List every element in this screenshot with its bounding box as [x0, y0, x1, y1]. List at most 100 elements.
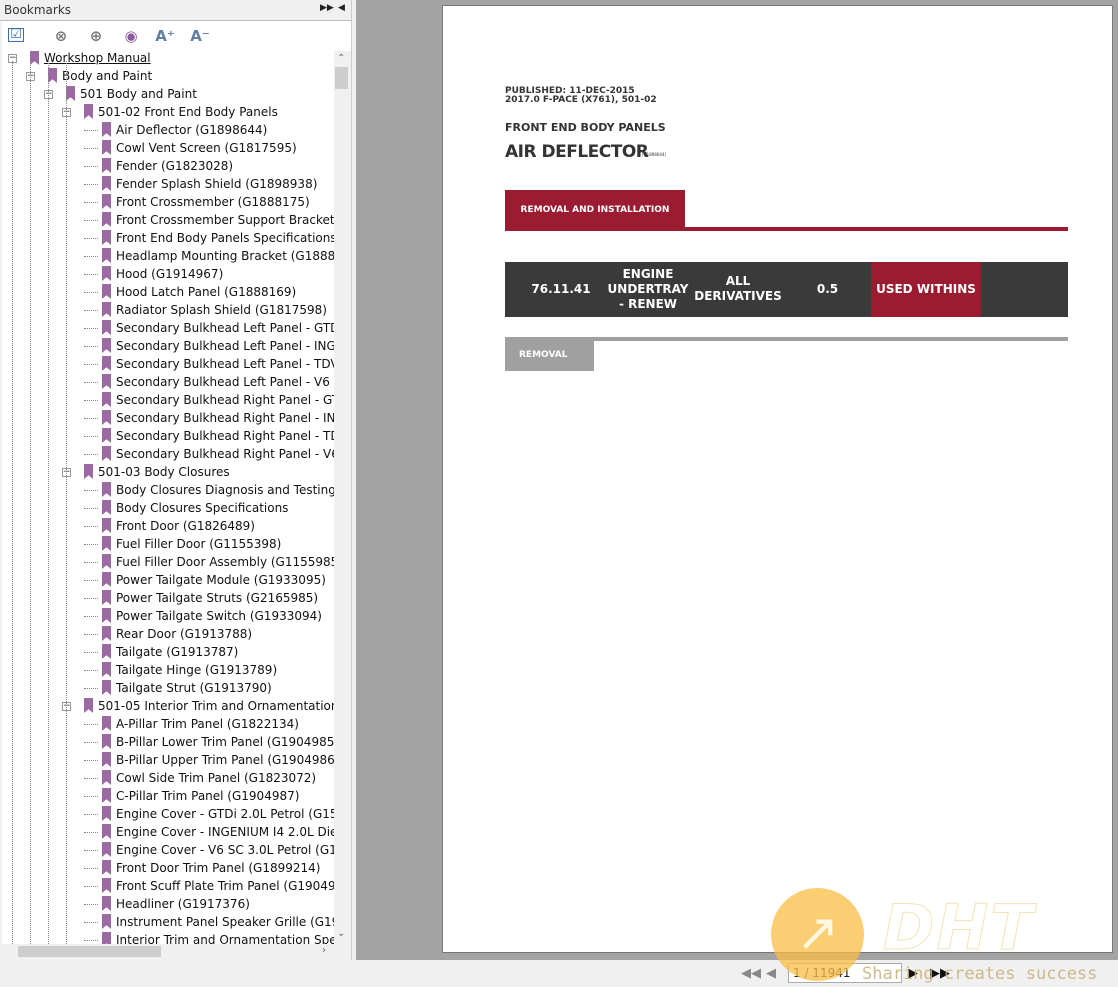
tree-connector: [84, 382, 98, 383]
add-bookmark-icon[interactable]: ⊕: [86, 26, 106, 46]
bookmark-item[interactable]: Fuel Filler Door Assembly (G1155985): [2, 553, 334, 571]
bookmark-label: Fuel Filler Door (G1155398): [116, 537, 282, 551]
bookmark-item[interactable]: − Body and Paint: [2, 67, 334, 85]
scroll-right-icon[interactable]: ›: [322, 945, 326, 956]
bookmark-label: B-Pillar Lower Trim Panel (G1904985): [116, 735, 334, 749]
bookmark-item[interactable]: −501 Body and Paint: [2, 85, 334, 103]
bookmark-item[interactable]: −501-02 Front End Body Panels: [2, 103, 334, 121]
bookmark-item[interactable]: Headliner (G1917376): [2, 895, 334, 913]
bookmark-item[interactable]: Hood (G1914967): [2, 265, 334, 283]
tree-connector: [84, 580, 98, 581]
bookmark-item[interactable]: Secondary Bulkhead Left Panel - V6 SC: [2, 373, 334, 391]
bookmark-item[interactable]: Interior Trim and Ornamentation Specil: [2, 931, 334, 944]
bookmark-item[interactable]: Instrument Panel Speaker Grille (G1901: [2, 913, 334, 931]
bookmark-item[interactable]: Cowl Side Trim Panel (G1823072): [2, 769, 334, 787]
bookmark-item[interactable]: Body Closures Diagnosis and Testing: [2, 481, 334, 499]
bookmark-item[interactable]: Secondary Bulkhead Right Panel - INGE: [2, 409, 334, 427]
bookmark-item[interactable]: −501-05 Interior Trim and Ornamentation: [2, 697, 334, 715]
bookmark-icon: [84, 464, 93, 479]
bookmark-icon: [102, 824, 111, 839]
bookmark-item[interactable]: Tailgate (G1913787): [2, 643, 334, 661]
bookmark-item[interactable]: Secondary Bulkhead Right Panel - GTDi: [2, 391, 334, 409]
bookmark-label: Body Closures Diagnosis and Testing: [116, 483, 334, 497]
delete-bookmark-icon[interactable]: ⊗: [51, 26, 71, 46]
bookmark-item[interactable]: − Workshop Manual: [2, 51, 334, 67]
bookmark-item[interactable]: Air Deflector (G1898644): [2, 121, 334, 139]
bookmark-item[interactable]: Front Crossmember (G1888175): [2, 193, 334, 211]
bookmark-item[interactable]: Secondary Bulkhead Right Panel - V6 S: [2, 445, 334, 463]
bookmark-item[interactable]: Cowl Vent Screen (G1817595): [2, 139, 334, 157]
bookmark-icon: [48, 68, 57, 83]
bookmark-label: Fender (G1823028): [116, 159, 234, 173]
bookmark-item[interactable]: Secondary Bulkhead Right Panel - TDV6: [2, 427, 334, 445]
tree-connector: [84, 724, 98, 725]
bookmark-item[interactable]: C-Pillar Trim Panel (G1904987): [2, 787, 334, 805]
bookmark-item[interactable]: Power Tailgate Switch (G1933094): [2, 607, 334, 625]
op-note: USED WITHINS: [871, 262, 981, 317]
bookmark-item[interactable]: Front Scuff Plate Trim Panel (G190498: [2, 877, 334, 895]
bookmark-item[interactable]: Headlamp Mounting Bracket (G188816: [2, 247, 334, 265]
bookmark-item[interactable]: Engine Cover - INGENIUM I4 2.0L Diese: [2, 823, 334, 841]
bookmark-item[interactable]: −501-03 Body Closures: [2, 463, 334, 481]
bookmark-item[interactable]: Body Closures Specifications: [2, 499, 334, 517]
bookmark-item[interactable]: Radiator Splash Shield (G1817598): [2, 301, 334, 319]
tree-connector: [84, 688, 98, 689]
collapse-panel-icon[interactable]: ◀: [338, 3, 345, 13]
title-code: (G1898644): [642, 152, 667, 157]
tree-connector: [84, 256, 98, 257]
bookmark-item[interactable]: A-Pillar Trim Panel (G1822134): [2, 715, 334, 733]
bookmark-item[interactable]: Power Tailgate Struts (G2165985): [2, 589, 334, 607]
font-increase-icon[interactable]: A⁺: [155, 26, 175, 46]
bookmark-item[interactable]: Power Tailgate Module (G1933095): [2, 571, 334, 589]
bookmark-item[interactable]: Hood Latch Panel (G1888169): [2, 283, 334, 301]
bookmark-item[interactable]: Tailgate Hinge (G1913789): [2, 661, 334, 679]
bookmark-item[interactable]: B-Pillar Lower Trim Panel (G1904985): [2, 733, 334, 751]
bookmark-item[interactable]: Front Door (G1826489): [2, 517, 334, 535]
bookmark-item[interactable]: Secondary Bulkhead Left Panel - INGEN: [2, 337, 334, 355]
bookmark-icon: [102, 428, 111, 443]
bookmark-item[interactable]: Rear Door (G1913788): [2, 625, 334, 643]
bookmark-label: Secondary Bulkhead Left Panel - INGEN: [116, 339, 334, 353]
bookmark-icon: [102, 320, 111, 335]
tree-guide-line: [12, 61, 13, 944]
bookmark-item[interactable]: Fender Splash Shield (G1898938): [2, 175, 334, 193]
bookmark-item[interactable]: Front Crossmember Support Bracket (G: [2, 211, 334, 229]
bookmark-item[interactable]: Secondary Bulkhead Left Panel - GTDi 2: [2, 319, 334, 337]
bookmark-label: 501-03 Body Closures: [98, 465, 230, 479]
first-page-icon[interactable]: ◀◀: [741, 966, 761, 981]
bookmark-item[interactable]: Engine Cover - V6 SC 3.0L Petrol (G15: [2, 841, 334, 859]
font-decrease-icon[interactable]: A⁻: [190, 26, 210, 46]
scroll-down-icon[interactable]: ⌄: [337, 928, 345, 939]
previous-page-icon[interactable]: ◀: [766, 966, 776, 981]
tab-removal[interactable]: REMOVAL: [505, 339, 594, 371]
bookmark-icon: [102, 158, 111, 173]
bookmark-item[interactable]: Front End Body Panels Specifications: [2, 229, 334, 247]
bookmark-label: Secondary Bulkhead Left Panel - V6 SC: [116, 375, 334, 389]
bookmark-item[interactable]: Secondary Bulkhead Left Panel - TDV6: [2, 355, 334, 373]
bookmark-tree: − Workshop Manual − Body and Paint −501 Body…: [2, 51, 334, 944]
expand-panel-icon[interactable]: ▶▶: [320, 3, 334, 13]
h-scroll-thumb[interactable]: [18, 946, 161, 957]
bookmark-label: Workshop Manual: [44, 51, 151, 65]
bookmark-label: Fender Splash Shield (G1898938): [116, 177, 318, 191]
tab-removal-installation[interactable]: REMOVAL AND INSTALLATION: [505, 190, 685, 230]
bookmark-item[interactable]: Tailgate Strut (G1913790): [2, 679, 334, 697]
watermark-arrow-icon: ↗: [771, 888, 864, 981]
vertical-scrollbar[interactable]: ⌃ ⌄: [334, 51, 349, 944]
bookmark-item[interactable]: Fuel Filler Door (G1155398): [2, 535, 334, 553]
bookmark-icon: [102, 302, 111, 317]
bookmark-icon: [102, 752, 111, 767]
bookmark-item[interactable]: Front Door Trim Panel (G1899214): [2, 859, 334, 877]
bookmark-label: Secondary Bulkhead Right Panel - INGE: [116, 411, 334, 425]
tree-connector: [84, 616, 98, 617]
scroll-up-icon[interactable]: ⌃: [337, 53, 345, 64]
goto-bookmark-icon[interactable]: ◉: [121, 26, 141, 46]
bookmark-item[interactable]: Engine Cover - GTDi 2.0L Petrol (G156: [2, 805, 334, 823]
bookmark-item[interactable]: Fender (G1823028): [2, 157, 334, 175]
expand-collapse-icon[interactable]: ☑: [8, 28, 24, 42]
horizontal-scrollbar[interactable]: ›: [2, 944, 334, 959]
scroll-thumb[interactable]: [335, 67, 348, 89]
bookmark-item[interactable]: B-Pillar Upper Trim Panel (G1904986): [2, 751, 334, 769]
bookmark-icon: [102, 122, 111, 137]
tree-connector: [84, 148, 98, 149]
